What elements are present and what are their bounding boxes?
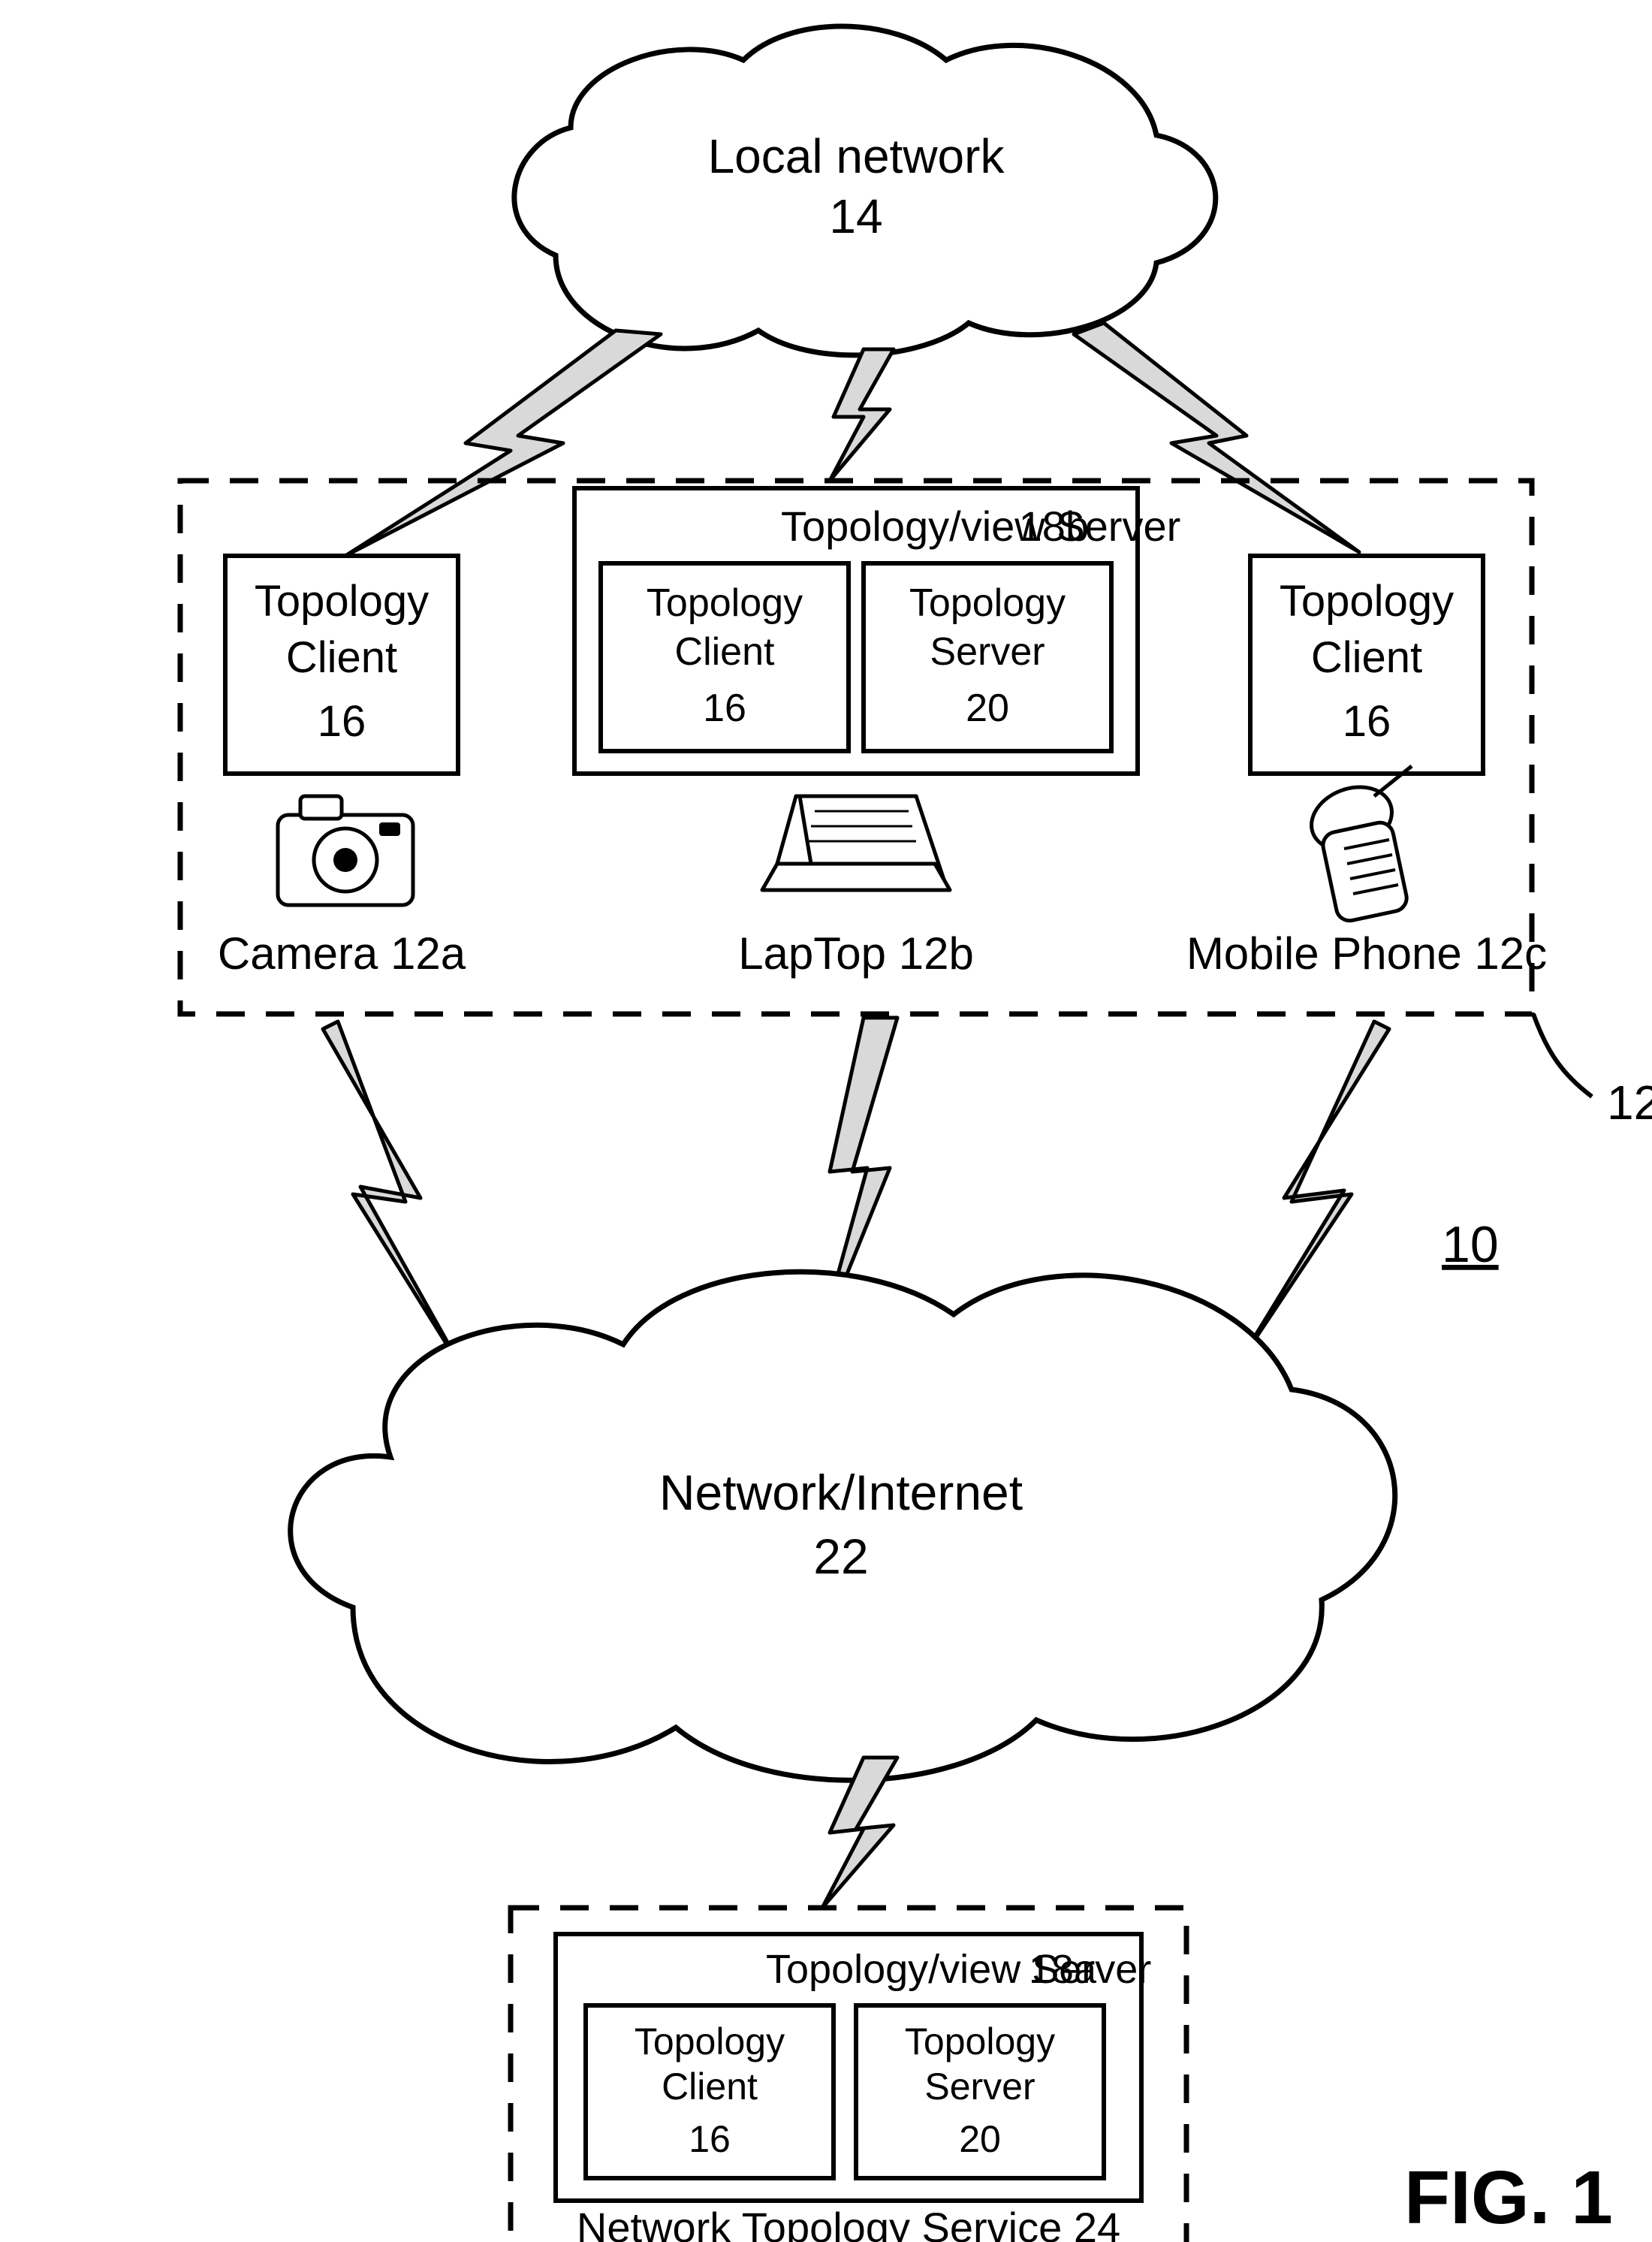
vs18b-title: Topology/view Server (781, 502, 1180, 550)
group-ref: 12 (1607, 1076, 1652, 1130)
phone-client-ref: 16 (1343, 697, 1391, 746)
vs18a-server-ref: 20 (959, 2118, 1001, 2160)
phone-client-box: Topology Client 16 (1250, 556, 1483, 774)
svg-text:Client: Client (675, 630, 775, 674)
phone-icon (1303, 766, 1412, 923)
camera-icon (278, 796, 413, 905)
svg-text:Client: Client (662, 2065, 758, 2108)
camera-client-l1: Topology (255, 577, 429, 626)
view-server-18b: Topology/view Server 18b Topology Client… (574, 488, 1180, 774)
svg-text:Server: Server (924, 2065, 1035, 2108)
vs18b-server-ref: 20 (966, 686, 1009, 730)
laptop-label: LapTop 12b (738, 928, 974, 979)
figure-label: FIG. 1 (1404, 2156, 1613, 2240)
local-network-ref: 14 (829, 189, 882, 243)
local-network-title: Local network (708, 129, 1005, 183)
laptop-icon (762, 796, 950, 890)
view-server-18a: Topology/view Server 18a Topology Client… (556, 1934, 1151, 2201)
camera-client-ref: 16 (318, 697, 366, 746)
camera-label: Camera 12a (218, 928, 466, 979)
camera-client-box: Topology Client 16 (225, 556, 458, 774)
vs18a-ref: 18a (1029, 1947, 1097, 1992)
internet-cloud: Network/Internet 22 (291, 1272, 1395, 1780)
svg-text:Client: Client (1311, 633, 1422, 682)
phone-label: Mobile Phone 12c (1186, 928, 1547, 979)
group-leader-line (1533, 1014, 1592, 1097)
camera-client-l2: Client (286, 633, 397, 682)
svg-text:Topology: Topology (635, 2020, 785, 2062)
bolt-camera-to-internet (323, 1021, 466, 1374)
svg-text:Topology: Topology (1280, 577, 1454, 626)
local-network-cloud: Local network 14 (514, 26, 1216, 355)
internet-ref: 22 (813, 1528, 868, 1584)
svg-text:Topology: Topology (905, 2020, 1055, 2062)
system-ref: 10 (1442, 1216, 1499, 1273)
svg-text:Server: Server (930, 630, 1045, 674)
svg-text:Topology: Topology (909, 581, 1066, 625)
bolt-ln-to-laptop (830, 349, 894, 481)
vs18b-ref: 18b (1019, 502, 1089, 550)
vs18b-client-ref: 16 (703, 686, 746, 730)
nts-title: Network Topology Service 24 (577, 2204, 1120, 2242)
svg-text:Topology: Topology (647, 581, 803, 625)
internet-title: Network/Internet (659, 1465, 1023, 1520)
vs18a-client-ref: 16 (689, 2118, 731, 2160)
bolt-phone-to-internet (1231, 1021, 1389, 1374)
